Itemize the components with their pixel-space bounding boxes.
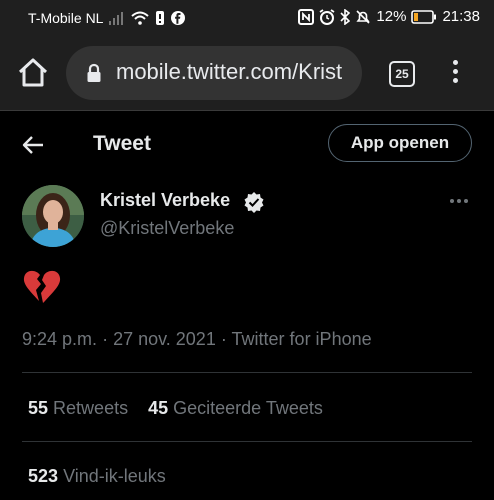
battery-icon (411, 9, 437, 24)
overflow-menu-button[interactable] (450, 60, 460, 86)
retweets-link[interactable]: 55 Retweets (28, 398, 128, 418)
broken-heart-icon (22, 268, 62, 306)
quote-count: 45 (148, 398, 169, 418)
author-handle[interactable]: @KristelVerbeke (100, 218, 234, 239)
like-count: 523 (28, 466, 59, 486)
bluetooth-icon (340, 8, 351, 25)
signal-icon (109, 11, 125, 25)
facebook-icon (171, 11, 186, 25)
quotes-link[interactable]: 45 Geciteerde Tweets (148, 398, 323, 418)
mute-icon (355, 9, 371, 25)
battery-percent: 12% (376, 8, 407, 25)
tab-switcher-button[interactable]: 25 (389, 61, 415, 87)
back-button[interactable] (22, 133, 46, 157)
likes-link[interactable]: 523 Vind-ik-leuks (28, 466, 166, 487)
tweet-meta: 9:24 p.m. · 27 nov. 2021 · Twitter for i… (22, 329, 372, 350)
dot-icon (452, 60, 458, 65)
nfc-icon (298, 8, 315, 25)
url-text: mobile.twitter.com/Krist (116, 59, 343, 84)
status-left: T-Mobile NL (28, 10, 186, 26)
back-arrow-icon (22, 136, 43, 154)
dot-icon (457, 199, 461, 203)
alarm-icon (319, 8, 335, 25)
retweet-count: 55 (28, 398, 49, 418)
retweets-label: Retweets (53, 398, 129, 418)
tweet-stats: 55 Retweets 45 Geciteerde Tweets (28, 398, 323, 419)
dot-icon (452, 78, 458, 83)
dot-icon (464, 199, 468, 203)
likes-label: Vind-ik-leuks (63, 466, 166, 486)
tweet-source[interactable]: Twitter for iPhone (232, 329, 372, 349)
lock-icon (86, 63, 102, 88)
meta-separator: · (220, 329, 227, 349)
tweet-time[interactable]: 9:24 p.m. (22, 329, 97, 349)
tweet-date[interactable]: 27 nov. 2021 (113, 329, 216, 349)
wifi-icon (131, 11, 150, 25)
page-title: Tweet (93, 132, 151, 155)
home-button[interactable] (16, 56, 50, 90)
home-icon (18, 58, 48, 87)
divider (22, 372, 472, 373)
address-bar[interactable]: mobile.twitter.com/Krist (66, 46, 362, 100)
browser-toolbar: mobile.twitter.com/Krist 25 (0, 36, 494, 111)
clock: 21:38 (442, 8, 480, 25)
divider (22, 441, 472, 442)
dot-icon (450, 199, 454, 203)
status-bar: T-Mobile NL 12% 21:38 (0, 0, 494, 36)
avatar[interactable] (22, 185, 84, 247)
quotes-label: Geciteerde Tweets (173, 398, 323, 418)
alert-icon (155, 11, 165, 25)
verified-badge-icon (243, 191, 265, 213)
tweet-header: Tweet App openen (0, 111, 494, 177)
dot-icon (452, 69, 458, 74)
more-options-button[interactable] (450, 199, 470, 205)
carrier-label: T-Mobile NL (28, 10, 104, 26)
author-name[interactable]: Kristel Verbeke (100, 190, 230, 211)
meta-separator: · (102, 329, 109, 349)
open-app-button[interactable]: App openen (328, 124, 472, 162)
status-right: 12% 21:38 (298, 8, 480, 25)
